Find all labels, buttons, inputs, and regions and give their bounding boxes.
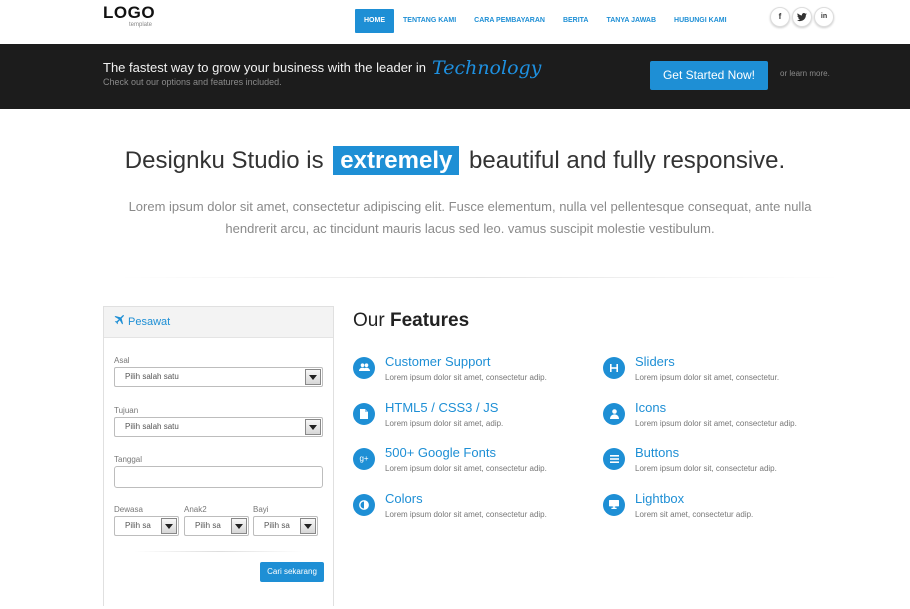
feature-title[interactable]: Colors <box>385 491 423 506</box>
dewasa-label: Dewasa <box>114 505 143 514</box>
feature-desc: Lorem ipsum dolor sit, consectetur adip. <box>635 464 777 473</box>
twitter-icon[interactable] <box>792 7 812 27</box>
feature-customer-support: Customer Support Lorem ipsum dolor sit a… <box>353 354 613 394</box>
learn-more-link[interactable]: or learn more. <box>780 69 830 78</box>
feature-title[interactable]: Buttons <box>635 445 679 460</box>
hero-title-before: Designku Studio is <box>124 147 324 174</box>
tanggal-label: Tanggal <box>114 455 143 464</box>
search-flight-button[interactable]: Cari sekarang <box>260 562 324 582</box>
feature-title[interactable]: Lightbox <box>635 491 684 506</box>
get-started-button[interactable]: Get Started Now! <box>650 61 768 90</box>
linkedin-icon[interactable]: in <box>814 7 834 27</box>
chevron-down-icon <box>305 369 321 385</box>
facebook-icon[interactable]: f <box>770 7 790 27</box>
nav-item-tanya-jawab[interactable]: TANYA JAWAB <box>598 9 666 33</box>
chevron-down-icon <box>231 518 247 534</box>
airplane-icon <box>114 307 124 338</box>
sliders-icon <box>603 357 625 379</box>
features-title: Our Features <box>353 310 469 332</box>
feature-title[interactable]: Sliders <box>635 354 675 369</box>
banner-title-text: The fastest way to grow your business wi… <box>103 60 426 75</box>
dewasa-value: Pilih sa <box>125 521 151 530</box>
anak-select[interactable]: Pilih sa <box>184 516 249 536</box>
nav-item-hubungi-kami[interactable]: HUBUNGI KAMI <box>665 9 736 33</box>
feature-google-fonts: g+ 500+ Google Fonts Lorem ipsum dolor s… <box>353 445 613 485</box>
feature-desc: Lorem ipsum dolor sit amet, consectetur … <box>385 464 547 473</box>
banner-title: The fastest way to grow your business wi… <box>103 57 541 79</box>
google-plus-icon: g+ <box>353 448 375 470</box>
bayi-label: Bayi <box>253 505 269 514</box>
logo-text: LOGO <box>103 3 156 22</box>
feature-title[interactable]: Icons <box>635 400 666 415</box>
feature-desc: Lorem ipsum dolor sit amet, adip. <box>385 419 504 428</box>
contrast-icon <box>353 494 375 516</box>
bayi-select[interactable]: Pilih sa <box>253 516 318 536</box>
contrast-glyph <box>359 500 369 510</box>
feature-sliders: Sliders Lorem ipsum dolor sit amet, cons… <box>603 354 863 394</box>
panel-divider <box>134 551 304 552</box>
user-icon <box>603 403 625 425</box>
sliders-glyph <box>610 364 618 372</box>
banner-accent: Technology <box>432 57 542 79</box>
hero-title: Designku Studio is extremely beautiful a… <box>0 146 910 175</box>
feature-desc: Lorem ipsum dolor sit amet, consectetur … <box>385 373 547 382</box>
chevron-down-icon <box>305 419 321 435</box>
list-icon <box>603 448 625 470</box>
nav-item-cara-pembayaran[interactable]: CARA PEMBAYARAN <box>465 9 554 33</box>
panel-title: Pesawat <box>128 316 171 328</box>
monitor-glyph <box>609 500 619 509</box>
feature-buttons: Buttons Lorem ipsum dolor sit, consectet… <box>603 445 863 485</box>
nav-item-berita[interactable]: BERITA <box>554 9 598 33</box>
users-glyph <box>358 363 370 371</box>
section-divider <box>120 277 840 278</box>
dewasa-select[interactable]: Pilih sa <box>114 516 179 536</box>
airplane-glyph <box>114 315 124 325</box>
users-icon <box>353 357 375 379</box>
feature-desc: Lorem ipsum dolor sit amet, consectetur … <box>635 419 797 428</box>
twitter-bird-glyph <box>797 13 807 22</box>
asal-value: Pilih salah satu <box>125 372 179 381</box>
file-glyph <box>360 409 368 419</box>
flight-search-panel: Pesawat Asal Pilih salah satu Tujuan Pil… <box>103 306 334 606</box>
nav-item-tentang-kami[interactable]: TENTANG KAMI <box>394 9 465 33</box>
panel-header: Pesawat <box>104 307 333 338</box>
tujuan-select[interactable]: Pilih salah satu <box>114 417 323 437</box>
promo-banner: The fastest way to grow your business wi… <box>0 44 910 109</box>
anak-value: Pilih sa <box>195 521 221 530</box>
feature-icons: Icons Lorem ipsum dolor sit amet, consec… <box>603 400 863 440</box>
anak-label: Anak2 <box>184 505 207 514</box>
asal-label: Asal <box>114 356 130 365</box>
feature-desc: Lorem sit amet, consectetur adip. <box>635 510 754 519</box>
feature-title[interactable]: HTML5 / CSS3 / JS <box>385 400 498 415</box>
chevron-down-icon <box>300 518 316 534</box>
file-icon <box>353 403 375 425</box>
tanggal-input[interactable] <box>114 466 323 488</box>
asal-select[interactable]: Pilih salah satu <box>114 367 323 387</box>
feature-title[interactable]: 500+ Google Fonts <box>385 445 496 460</box>
hero-title-after: beautiful and fully responsive. <box>469 147 786 174</box>
list-glyph <box>609 455 619 463</box>
tujuan-label: Tujuan <box>114 406 139 415</box>
tujuan-value: Pilih salah satu <box>125 422 179 431</box>
hero-description: Lorem ipsum dolor sit amet, consectetur … <box>128 199 812 236</box>
feature-title[interactable]: Customer Support <box>385 354 491 369</box>
feature-lightbox: Lightbox Lorem sit amet, consectetur adi… <box>603 491 863 531</box>
feature-colors: Colors Lorem ipsum dolor sit amet, conse… <box>353 491 613 531</box>
feature-desc: Lorem ipsum dolor sit amet, consectetur … <box>385 510 547 519</box>
feature-html5-css3-js: HTML5 / CSS3 / JS Lorem ipsum dolor sit … <box>353 400 613 440</box>
nav-item-home[interactable]: HOME <box>355 9 394 33</box>
chevron-down-icon <box>161 518 177 534</box>
monitor-icon <box>603 494 625 516</box>
feature-desc: Lorem ipsum dolor sit amet, consectetur. <box>635 373 780 382</box>
banner-subtitle: Check out our options and features inclu… <box>103 77 282 87</box>
logo-subtext: template <box>129 22 153 28</box>
features-title-light: Our <box>353 310 385 331</box>
logo[interactable]: LOGO template <box>103 3 156 29</box>
header: LOGO template HOME TENTANG KAMI CARA PEM… <box>0 0 910 44</box>
features-title-bold: Features <box>389 310 470 331</box>
main-nav: HOME TENTANG KAMI CARA PEMBAYARAN BERITA… <box>355 9 736 33</box>
user-glyph <box>609 409 619 419</box>
hero-highlight: extremely <box>333 146 460 175</box>
bayi-value: Pilih sa <box>264 521 290 530</box>
